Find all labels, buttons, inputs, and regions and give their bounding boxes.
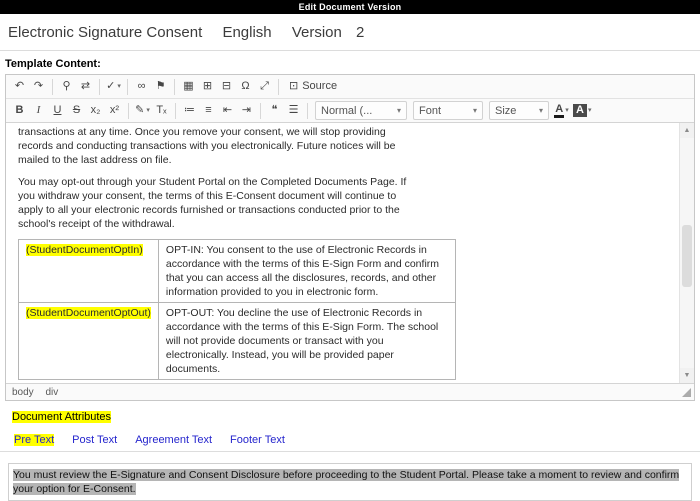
strikethrough-icon[interactable]: S: [68, 102, 85, 120]
table-icon[interactable]: ⊞: [199, 78, 216, 96]
pre-text-field[interactable]: You must review the E-Signature and Cons…: [8, 463, 692, 501]
tab-label: Post Text: [72, 434, 118, 446]
link-icon[interactable]: ∞: [133, 78, 150, 96]
toolbar-separator: [52, 78, 53, 95]
paragraph-format-value: Normal (...: [321, 104, 373, 117]
background-color-icon: A: [573, 104, 587, 117]
tab-pre-text[interactable]: Pre Text: [12, 431, 56, 451]
subscript-icon[interactable]: x₂: [87, 102, 104, 120]
align-justify-icon[interactable]: ☰: [285, 102, 302, 120]
opt-in-token: (StudentDocumentOptIn): [26, 244, 143, 256]
toolbar-separator: [128, 102, 129, 119]
toolbar-separator: [127, 78, 128, 95]
version-number: 2: [356, 24, 365, 41]
rich-text-editor: ↶↷⚲⇄✓∞⚑▦⊞⊟Ω⤢ ⊡ Source BIUSx₂x²✎Tₓ≔≡⇤⇥❝☰ …: [5, 74, 695, 401]
tab-post-text[interactable]: Post Text: [70, 431, 119, 451]
toolbar-separator: [307, 102, 308, 119]
bulleted-list-icon[interactable]: ≡: [200, 102, 217, 120]
editor-content-wrap: transactions at any time. Once you remov…: [6, 123, 694, 383]
document-language: English: [222, 24, 272, 41]
document-attributes-label: Document Attributes: [12, 411, 112, 423]
element-path-body[interactable]: body: [12, 387, 34, 398]
tab-label: Pre Text: [14, 434, 55, 446]
font-value: Font: [419, 104, 442, 117]
content-paragraph: You may opt-out through your Student Por…: [18, 176, 407, 230]
italic-icon[interactable]: I: [30, 102, 47, 120]
content-paragraph: transactions at any time. Once you remov…: [18, 126, 396, 166]
toolbar-separator: [174, 78, 175, 95]
font-dropdown[interactable]: Font: [413, 101, 483, 120]
image-icon[interactable]: ▦: [180, 78, 197, 96]
text-color-icon: A: [554, 103, 565, 118]
toolbar-icon-group: ↶↷ ⚲⇄ ✓ ∞⚑ ▦⊞⊟Ω⤢: [10, 78, 283, 96]
document-attributes-section: Document Attributes: [12, 411, 700, 423]
page-header: Electronic Signature Consent English Ver…: [0, 14, 700, 50]
undo-icon[interactable]: ↶: [11, 78, 28, 96]
option-table: (StudentDocumentOptIn) OPT-IN: You conse…: [18, 239, 456, 380]
bold-icon[interactable]: B: [11, 102, 28, 120]
document-name: Electronic Signature Consent: [8, 24, 203, 41]
underline-icon[interactable]: U: [49, 102, 66, 120]
tab-label: Footer Text: [230, 434, 285, 446]
toolbar-separator: [278, 78, 279, 95]
scrollbar-track[interactable]: [680, 138, 694, 368]
source-button-label: Source: [302, 80, 338, 92]
source-icon: ⊡: [289, 80, 299, 92]
window-titlebar: Edit Document Version: [0, 0, 700, 14]
attribute-tabs: Pre Text Post Text Agreement Text Footer…: [0, 430, 700, 452]
remove-format-icon[interactable]: Tₓ: [153, 102, 170, 120]
find-icon[interactable]: ⚲: [58, 78, 75, 96]
background-color-button[interactable]: A: [572, 102, 592, 120]
toolbar-icon-group: BIUSx₂x² ✎Tₓ ≔≡⇤⇥ ❝☰: [10, 102, 312, 120]
numbered-list-icon[interactable]: ≔: [181, 102, 198, 120]
size-value: Size: [495, 104, 517, 117]
template-content-label: Template Content:: [5, 58, 101, 70]
size-dropdown[interactable]: Size: [489, 101, 549, 120]
toolbar-separator: [175, 102, 176, 119]
editor-toolbar-row1: ↶↷ ⚲⇄ ✓ ∞⚑ ▦⊞⊟Ω⤢ ⊡ Source: [6, 75, 694, 99]
opt-in-description: OPT-IN: You consent to the use of Electr…: [157, 239, 456, 303]
element-path-div[interactable]: div: [45, 387, 58, 398]
scroll-up-button[interactable]: [680, 123, 694, 138]
table-row: (StudentDocumentOptOut) OPT-OUT: You dec…: [18, 302, 456, 380]
replace-icon[interactable]: ⇄: [77, 78, 94, 96]
pre-text-value: You must review the E-Signature and Cons…: [13, 469, 680, 495]
opt-out-token-cell: (StudentDocumentOptOut): [18, 302, 159, 380]
special-character-icon[interactable]: Ω: [237, 78, 254, 96]
source-button[interactable]: ⊡ Source: [285, 78, 341, 96]
tab-agreement-text[interactable]: Agreement Text: [133, 431, 214, 451]
tab-footer-text[interactable]: Footer Text: [228, 431, 287, 451]
element-path: body div: [12, 387, 67, 398]
scroll-down-button[interactable]: [680, 368, 694, 383]
resize-grip[interactable]: [682, 387, 691, 397]
anchor-icon[interactable]: ⚑: [152, 78, 169, 96]
superscript-icon[interactable]: x²: [106, 102, 123, 120]
horizontal-rule-icon[interactable]: ⊟: [218, 78, 235, 96]
opt-out-description: OPT-OUT: You decline the use of Electron…: [157, 302, 456, 380]
spell-check-icon[interactable]: ✓: [105, 78, 122, 96]
tab-label: Agreement Text: [135, 434, 213, 446]
maximize-icon[interactable]: ⤢: [256, 78, 273, 96]
increase-indent-icon[interactable]: ⇥: [238, 102, 255, 120]
copy-formatting-icon[interactable]: ✎: [134, 102, 151, 120]
editor-status-bar: body div: [6, 383, 694, 400]
editor-toolbar-row2: BIUSx₂x²✎Tₓ≔≡⇤⇥❝☰ Normal (... Font Size …: [6, 99, 694, 123]
scrollbar-thumb[interactable]: [682, 225, 692, 288]
redo-icon[interactable]: ↷: [30, 78, 47, 96]
window-title: Edit Document Version: [298, 2, 402, 12]
table-row: (StudentDocumentOptIn) OPT-IN: You conse…: [18, 239, 456, 303]
toolbar-separator: [99, 78, 100, 95]
paragraph-format-dropdown[interactable]: Normal (...: [315, 101, 407, 120]
page: { "window": { "title": "Edit Document Ve…: [0, 0, 700, 501]
editor-scrollbar[interactable]: [679, 123, 694, 383]
text-color-button[interactable]: A: [553, 102, 570, 120]
blockquote-icon[interactable]: ❝: [266, 102, 283, 120]
toolbar-separator: [260, 102, 261, 119]
editor-content-area[interactable]: transactions at any time. Once you remov…: [6, 123, 679, 383]
opt-in-token-cell: (StudentDocumentOptIn): [18, 239, 159, 303]
header-divider: [0, 50, 700, 51]
decrease-indent-icon[interactable]: ⇤: [219, 102, 236, 120]
version-label: Version: [291, 24, 342, 41]
opt-out-token: (StudentDocumentOptOut): [26, 307, 151, 319]
